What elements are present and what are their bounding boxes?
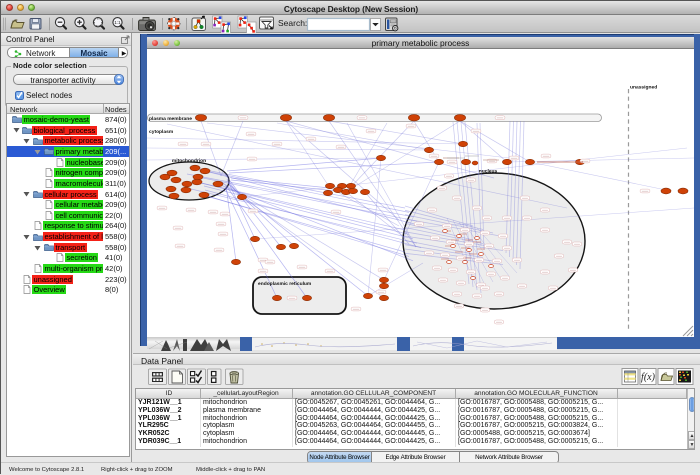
svg-text:plasma membrane: plasma membrane: [149, 116, 192, 122]
svg-text:nucleus: nucleus: [479, 169, 498, 175]
svg-text:endoplasmic reticulum: endoplasmic reticulum: [258, 281, 312, 287]
svg-text:1:1: 1:1: [114, 20, 121, 25]
svg-text:f(x): f(x): [641, 372, 656, 383]
svg-text:unassigned: unassigned: [630, 85, 657, 91]
svg-text:mitochondrion: mitochondrion: [172, 158, 206, 164]
svg-text:cytoplasm: cytoplasm: [149, 129, 174, 135]
svg-text:Search:: Search:: [278, 18, 307, 28]
